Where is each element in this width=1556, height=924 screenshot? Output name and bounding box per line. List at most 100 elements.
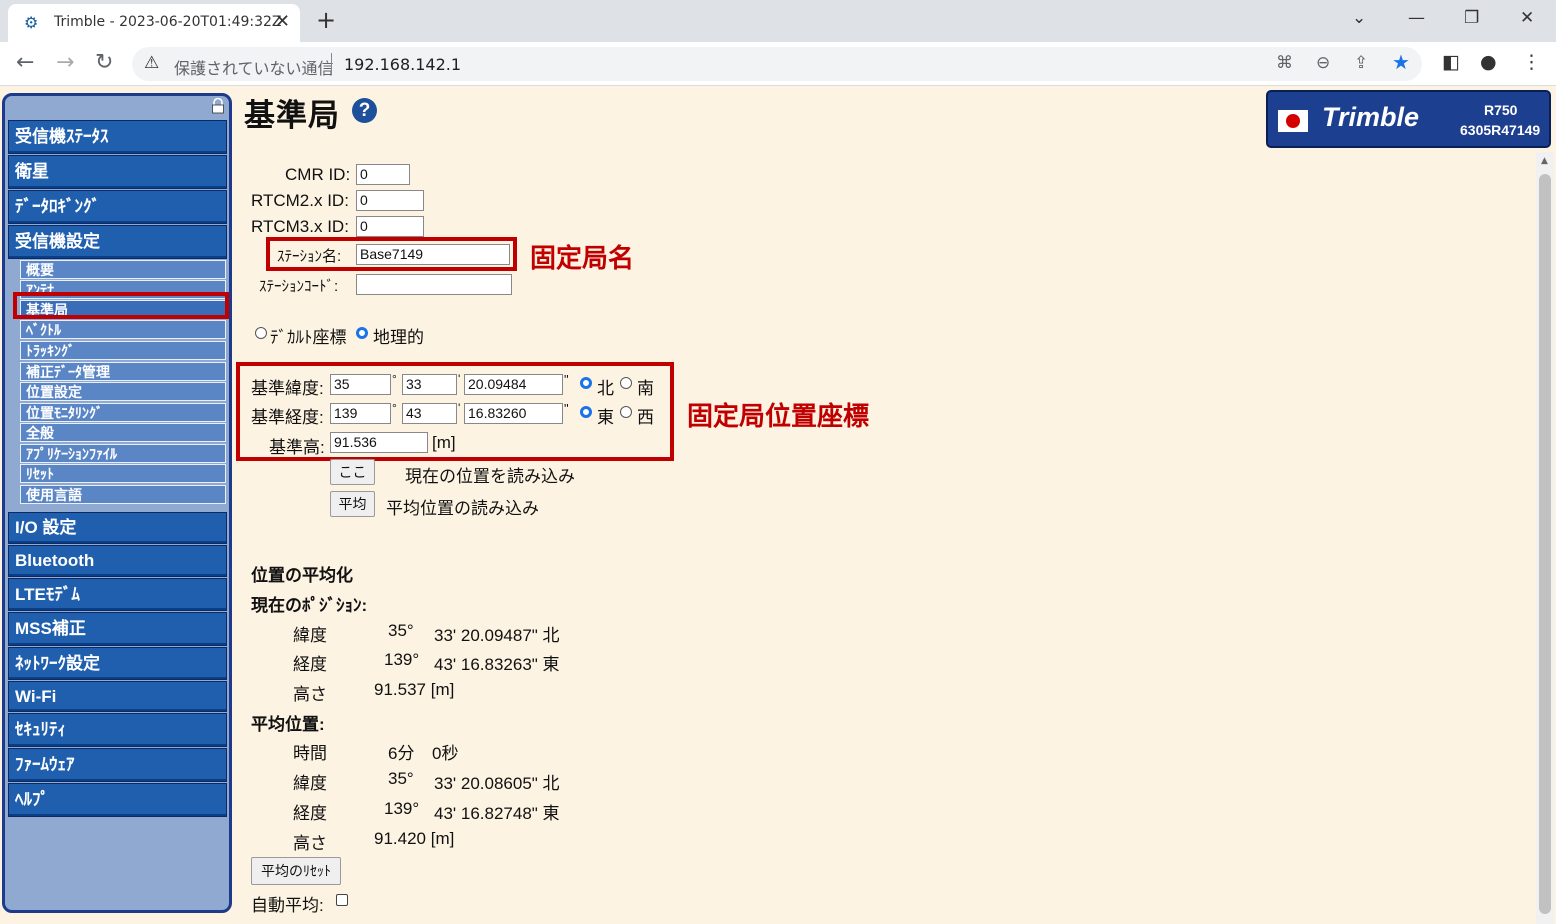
latitude-min-mark: '	[458, 372, 461, 386]
menu-bluetooth[interactable]: Bluetooth	[8, 545, 227, 577]
warning-icon[interactable]: ⚠	[144, 53, 159, 73]
height-field[interactable]: 91.536	[330, 432, 428, 453]
menu-mss-corrections[interactable]: MSS補正	[8, 612, 227, 646]
submenu-position[interactable]: 位置設定	[20, 382, 226, 401]
submenu-position-monitoring[interactable]: 位置ﾓﾆﾀﾘﾝｸﾞ	[20, 403, 226, 422]
south-radio[interactable]	[620, 377, 632, 389]
rtcm3-id-field[interactable]: 0	[356, 216, 424, 237]
west-radio[interactable]	[620, 406, 632, 418]
japan-flag-icon	[1278, 110, 1308, 132]
menu-io-config[interactable]: I/O 設定	[8, 512, 227, 544]
avg-time-sec: 0秒	[432, 744, 459, 763]
share-icon[interactable]: ⇪	[1354, 53, 1368, 73]
lock-icon	[212, 98, 224, 114]
menu-network-config[interactable]: ﾈｯﾄﾜｰｸ設定	[8, 647, 227, 680]
geographic-radio[interactable]	[356, 327, 368, 339]
translate-icon[interactable]: ⌘	[1276, 53, 1293, 73]
vertical-scrollbar[interactable]: ▲	[1536, 152, 1554, 924]
current-lat-label: 緯度	[293, 626, 327, 645]
back-icon[interactable]: ←	[16, 50, 34, 75]
south-label: 南	[637, 379, 654, 398]
position-annotation: 固定局位置座標	[687, 401, 870, 431]
avg-height-label: 高さ	[293, 834, 327, 853]
forward-icon[interactable]: →	[56, 50, 74, 75]
menu-security[interactable]: ｾｷｭﾘﾃｨ	[8, 713, 227, 747]
submenu-correction-controls[interactable]: 補正ﾃﾞｰﾀ管理	[20, 362, 226, 381]
north-radio[interactable]	[580, 377, 592, 389]
avg-height-value: 91.420 [m]	[374, 829, 455, 848]
menu-receiver-status[interactable]: 受信機ｽﾃｰﾀｽ	[8, 120, 227, 154]
here-description: 現在の位置を読み込み	[405, 467, 575, 486]
station-code-field[interactable]	[356, 274, 512, 295]
latitude-deg-field[interactable]: 35	[330, 374, 391, 395]
menu-wifi[interactable]: Wi-Fi	[8, 681, 227, 712]
avg-lat-rest: 33' 20.08605" 北	[434, 774, 560, 793]
average-button[interactable]: 平均	[330, 491, 375, 517]
submenu-vector[interactable]: ﾍﾞｸﾄﾙ	[20, 320, 226, 339]
geographic-label: 地理的	[373, 328, 424, 347]
browser-tab[interactable]: ⚙ Trimble - 2023-06-20T01:49:32Z ✕	[8, 4, 300, 42]
help-icon[interactable]: ?	[352, 98, 377, 123]
scroll-up-icon[interactable]: ▲	[1541, 156, 1548, 166]
submenu-application-files[interactable]: ｱﾌﾟﾘｹｰｼｮﾝﾌｧｲﾙ	[20, 444, 226, 463]
station-name-field[interactable]: Base7149	[356, 244, 510, 265]
latitude-min-field[interactable]: 33	[402, 374, 457, 395]
menu-firmware[interactable]: ﾌｧｰﾑｳｪｱ	[8, 748, 227, 782]
url-text[interactable]: 192.168.142.1	[344, 55, 461, 74]
menu-receiver-config[interactable]: 受信機設定	[8, 225, 227, 259]
trimble-logo: Trimble	[1322, 102, 1420, 132]
longitude-sec-mark: "	[564, 401, 569, 416]
submenu-language[interactable]: 使用言語	[20, 485, 226, 504]
cmr-id-field[interactable]: 0	[356, 164, 410, 185]
menu-data-logging[interactable]: ﾃﾞｰﾀﾛｷﾞﾝｸﾞ	[8, 190, 227, 224]
menu-help[interactable]: ﾍﾙﾌﾟ	[8, 783, 227, 817]
menu-kebab-icon[interactable]: ⋮	[1522, 51, 1541, 73]
station-name-annotation: 固定局名	[530, 243, 635, 273]
auto-average-checkbox[interactable]	[336, 894, 348, 906]
here-button[interactable]: ここ	[330, 459, 375, 485]
side-panel-icon[interactable]: ◧	[1442, 51, 1460, 73]
current-height-label: 高さ	[293, 685, 327, 704]
rtcm2-id-field[interactable]: 0	[356, 190, 424, 211]
url-divider	[331, 53, 332, 75]
serial-number: 6305R47149	[1460, 122, 1541, 138]
reset-average-button[interactable]: 平均のﾘｾｯﾄ	[251, 857, 341, 885]
restore-icon[interactable]: ❐	[1464, 8, 1479, 28]
profile-icon[interactable]: ●	[1480, 51, 1497, 73]
zoom-out-icon[interactable]: ⊖	[1316, 53, 1330, 73]
cartesian-radio[interactable]	[255, 327, 267, 339]
longitude-deg-field[interactable]: 139	[330, 403, 391, 424]
avg-lat-label: 緯度	[293, 774, 327, 793]
longitude-sec-field[interactable]: 16.83260	[464, 403, 563, 424]
address-bar[interactable]: ⚠ 保護されていない通信 192.168.142.1 ⌘ ⊖ ⇪ ★	[132, 47, 1422, 81]
menu-lte-modem[interactable]: LTEﾓﾃﾞﾑ	[8, 578, 227, 611]
avg-time-min: 6分	[388, 744, 415, 763]
tab-search-icon[interactable]: ⌄	[1352, 8, 1366, 28]
new-tab-button[interactable]: +	[316, 6, 336, 34]
scroll-thumb[interactable]	[1539, 174, 1551, 914]
longitude-min-field[interactable]: 43	[402, 403, 457, 424]
east-radio[interactable]	[580, 406, 592, 418]
trimble-favicon-icon: ⚙	[24, 13, 39, 32]
current-lon-deg: 139°	[384, 650, 420, 669]
window-close-icon[interactable]: ✕	[1520, 8, 1534, 28]
submenu-reset[interactable]: ﾘｾｯﾄ	[20, 464, 226, 483]
menu-satellites[interactable]: 衛星	[8, 155, 227, 189]
bookmark-star-icon[interactable]: ★	[1392, 50, 1410, 74]
submenu-tracking[interactable]: ﾄﾗｯｷﾝｸﾞ	[20, 341, 226, 360]
avg-time-label: 時間	[293, 744, 327, 763]
current-lon-rest: 43' 16.83263" 東	[434, 655, 560, 674]
tab-close-icon[interactable]: ✕	[275, 11, 290, 32]
page-content: 受信機ｽﾃｰﾀｽ 衛星 ﾃﾞｰﾀﾛｷﾞﾝｸﾞ 受信機設定 概要 ｱﾝﾃﾅ 基準局…	[0, 86, 1556, 924]
reload-icon[interactable]: ↻	[95, 50, 113, 75]
submenu-general[interactable]: 全般	[20, 423, 226, 442]
average-position-heading: 平均位置:	[251, 715, 325, 734]
sidebar: 受信機ｽﾃｰﾀｽ 衛星 ﾃﾞｰﾀﾛｷﾞﾝｸﾞ 受信機設定 概要 ｱﾝﾃﾅ 基準局…	[2, 93, 232, 913]
submenu-summary[interactable]: 概要	[20, 260, 226, 279]
latitude-sec-mark: "	[564, 372, 569, 387]
auto-average-label: 自動平均:	[251, 896, 324, 915]
rtcm2-id-label: RTCM2.x ID:	[251, 191, 349, 210]
minimize-icon[interactable]: —	[1408, 8, 1425, 28]
latitude-sec-field[interactable]: 20.09484	[464, 374, 563, 395]
model-name: R750	[1484, 102, 1518, 118]
